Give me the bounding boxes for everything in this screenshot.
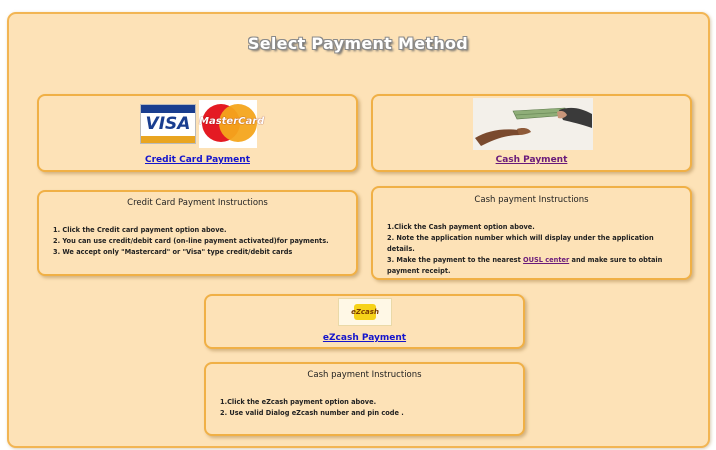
cash-handover-image[interactable] — [473, 98, 593, 150]
ezcash-instructions-box: Cash payment Instructions 1.Click the eZ… — [204, 362, 525, 436]
cash-instructions-title: Cash payment Instructions — [474, 195, 589, 205]
list-item: 2. Use valid Dialog eZcash number and pi… — [220, 409, 404, 417]
mastercard-logo: MasterCard — [199, 100, 264, 148]
list-item: 1.Click the eZcash payment option above. — [220, 398, 377, 406]
cash-instructions-box: Cash payment Instructions 1.Click the Ca… — [371, 186, 692, 280]
ezcash-instructions-list: 1.Click the eZcash payment option above.… — [220, 397, 513, 419]
ezcash-option-box: eZcash eZcash Payment — [204, 294, 525, 349]
credit-card-instructions-list: 1. Click the Credit card payment option … — [53, 225, 346, 258]
page-title: Select Payment Method — [247, 34, 469, 53]
list-item: 1. Click the Credit card payment option … — [53, 226, 227, 234]
card-logos[interactable]: VISA MasterCard — [140, 100, 264, 148]
list-item: 2. Note the application number which wil… — [387, 234, 654, 253]
hands-cash-icon — [473, 98, 593, 150]
list-item: 1.Click the Cash payment option above. — [387, 223, 535, 231]
credit-card-payment-link[interactable]: Credit Card Payment — [39, 155, 356, 165]
list-item: 2. You can use credit/debit card (on-lin… — [53, 237, 329, 245]
credit-card-instructions-box: Credit Card Payment Instructions 1. Clic… — [37, 190, 358, 276]
ousl-center-link[interactable]: OUSL center — [523, 256, 569, 264]
visa-logo: VISA — [140, 104, 196, 144]
credit-card-instructions-title: Credit Card Payment Instructions — [127, 198, 268, 208]
ezcash-logo[interactable]: eZcash — [338, 298, 392, 326]
credit-card-option-box: VISA MasterCard Credit Card Payment — [37, 94, 358, 172]
ezcash-payment-link[interactable]: eZcash Payment — [206, 333, 523, 343]
cash-option-box: Cash Payment — [371, 94, 692, 172]
list-item: 3. We accept only "Mastercard" or "Visa"… — [53, 248, 293, 256]
ezcash-instructions-title: Cash payment Instructions — [307, 370, 422, 380]
list-item: 3. Make the payment to the nearest OUSL … — [387, 256, 663, 275]
cash-instructions-list: 1.Click the Cash payment option above. 2… — [387, 222, 680, 277]
cash-payment-link[interactable]: Cash Payment — [373, 155, 690, 165]
